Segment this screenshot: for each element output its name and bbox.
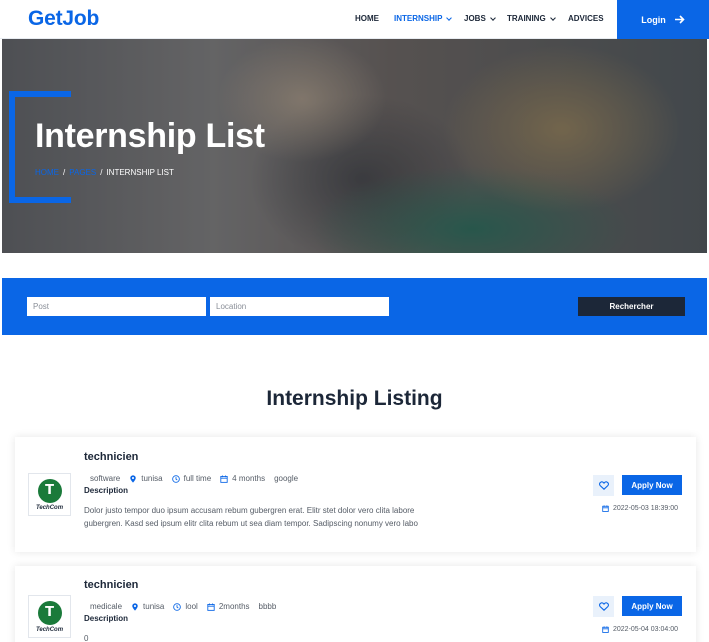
techcom-logo-icon: T bbox=[37, 600, 62, 625]
clock-icon bbox=[173, 602, 182, 611]
job-title[interactable]: technicien bbox=[84, 451, 138, 463]
login-button[interactable]: Login bbox=[617, 0, 709, 39]
job-type: full time bbox=[171, 474, 212, 483]
search-bar: Rechercher bbox=[2, 278, 707, 335]
login-label: Login bbox=[641, 14, 666, 25]
breadcrumb-separator: / bbox=[100, 168, 103, 177]
brand-logo[interactable]: GetJob bbox=[28, 7, 99, 31]
description-line: Dolor justo tempor duo ipsum accusam reb… bbox=[84, 506, 415, 515]
page-title: Internship List bbox=[35, 117, 265, 155]
nav-advices-label: ADVICES bbox=[568, 14, 604, 23]
posted-date-text: 2022-05-04 03:04:00 bbox=[613, 626, 678, 633]
job-type: lool bbox=[173, 602, 198, 611]
posted-date: 2022-05-03 18:39:00 bbox=[602, 505, 678, 512]
nav-home[interactable]: HOME bbox=[355, 14, 379, 23]
job-category-text: software bbox=[90, 474, 121, 483]
breadcrumb: HOME / PAGES / INTERNSHIP LIST bbox=[35, 168, 174, 177]
calendar-icon bbox=[207, 602, 215, 611]
job-type-text: full time bbox=[183, 474, 212, 483]
navbar: GetJob HOME INTERNSHIP JOBS TRAINING ADV… bbox=[0, 0, 709, 39]
job-company-text: bbbb bbox=[258, 602, 277, 611]
description-label: Description bbox=[84, 614, 129, 623]
job-duration-text: 4 months bbox=[232, 474, 266, 483]
job-type-text: lool bbox=[185, 602, 198, 611]
job-location-text: tunisa bbox=[143, 602, 165, 611]
favorite-button[interactable] bbox=[593, 475, 614, 496]
nav-internship[interactable]: INTERNSHIP bbox=[394, 14, 453, 23]
arrow-right-icon bbox=[674, 15, 685, 24]
job-location: tunisa bbox=[131, 602, 164, 611]
description-text: Dolor justo tempor duo ipsum accusam reb… bbox=[84, 504, 454, 530]
chevron-down-icon bbox=[489, 14, 496, 21]
section-title: Internship Listing bbox=[266, 387, 443, 410]
apply-now-button[interactable]: Apply Now bbox=[622, 475, 682, 495]
job-duration: 4 months bbox=[220, 474, 265, 483]
job-duration: 2months bbox=[207, 602, 250, 611]
logo-text: TechCom bbox=[35, 504, 64, 511]
chevron-down-icon bbox=[549, 14, 556, 21]
job-meta: software tunisa full time 4 months googl… bbox=[84, 474, 307, 483]
nav-home-label: HOME bbox=[355, 14, 379, 23]
chevron-down-icon bbox=[446, 14, 453, 21]
breadcrumb-current: INTERNSHIP LIST bbox=[106, 168, 174, 177]
job-card: technicien T TechCom medicale tunisa loo… bbox=[15, 566, 696, 642]
job-title[interactable]: technicien bbox=[84, 579, 138, 591]
job-location-text: tunisa bbox=[141, 474, 163, 483]
description-label: Description bbox=[84, 486, 129, 495]
nav-advices[interactable]: ADVICES bbox=[568, 14, 604, 23]
nav-jobs-label: JOBS bbox=[464, 14, 486, 23]
search-button[interactable]: Rechercher bbox=[578, 297, 685, 316]
job-company-text: google bbox=[274, 474, 299, 483]
calendar-icon bbox=[602, 505, 609, 512]
breadcrumb-home[interactable]: HOME bbox=[35, 168, 59, 177]
company-logo: T TechCom bbox=[28, 473, 71, 516]
nav-training-label: TRAINING bbox=[507, 14, 546, 23]
nav-jobs[interactable]: JOBS bbox=[464, 14, 496, 23]
job-category: software bbox=[84, 474, 120, 483]
heart-icon bbox=[598, 602, 609, 611]
nav-training[interactable]: TRAINING bbox=[507, 14, 556, 23]
description-line: 0 bbox=[84, 634, 89, 642]
calendar-icon bbox=[602, 626, 609, 633]
breadcrumb-separator: / bbox=[63, 168, 66, 177]
hero-banner: Internship List HOME / PAGES / INTERNSHI… bbox=[2, 39, 707, 253]
logo-text: TechCom bbox=[35, 626, 64, 633]
description-text: 0 bbox=[84, 632, 454, 642]
map-marker-icon bbox=[132, 602, 138, 611]
job-company: google bbox=[274, 474, 298, 483]
breadcrumb-pages[interactable]: PAGES bbox=[69, 168, 96, 177]
nav-internship-label: INTERNSHIP bbox=[394, 14, 443, 23]
techcom-logo-icon: T bbox=[37, 478, 62, 503]
heart-icon bbox=[598, 481, 609, 490]
job-card: technicien T TechCom software tunisa ful… bbox=[15, 437, 696, 552]
job-location: tunisa bbox=[129, 474, 163, 483]
location-input[interactable] bbox=[210, 297, 389, 316]
posted-date: 2022-05-04 03:04:00 bbox=[602, 626, 678, 633]
job-category-text: medicale bbox=[90, 602, 123, 611]
description-line: gubergren. Kasd sed ipsum elitr clita re… bbox=[84, 519, 418, 528]
favorite-button[interactable] bbox=[593, 596, 614, 617]
posted-date-text: 2022-05-03 18:39:00 bbox=[613, 505, 678, 512]
job-category: medicale bbox=[84, 602, 122, 611]
map-marker-icon bbox=[130, 474, 136, 483]
calendar-icon bbox=[220, 474, 228, 483]
job-company: bbbb bbox=[259, 602, 277, 611]
post-input[interactable] bbox=[27, 297, 206, 316]
clock-icon bbox=[171, 474, 180, 483]
job-meta: medicale tunisa lool 2months bbbb bbox=[84, 602, 285, 611]
apply-now-button[interactable]: Apply Now bbox=[622, 596, 682, 616]
job-duration-text: 2months bbox=[218, 602, 250, 611]
company-logo: T TechCom bbox=[28, 595, 71, 638]
